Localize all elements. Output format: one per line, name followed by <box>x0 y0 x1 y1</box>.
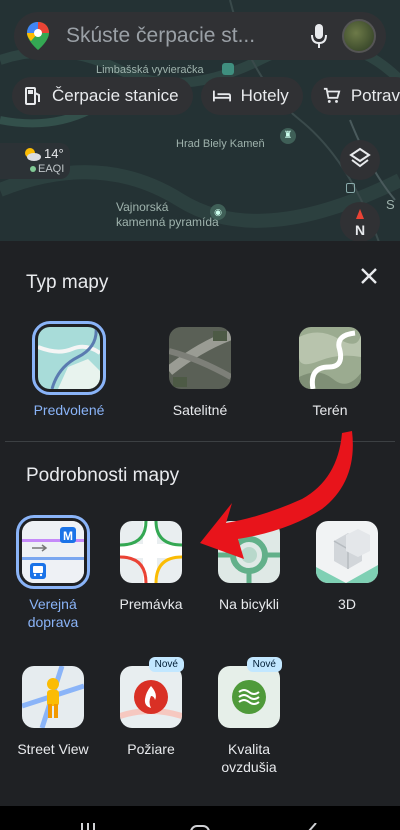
detail-label-line: ovzdušia <box>221 759 277 775</box>
detail-wildfires[interactable]: Nové Požiare <box>106 657 196 758</box>
gas-station-icon <box>24 87 42 105</box>
chip-label: Čerpacie stanice <box>52 86 179 105</box>
map-label-place[interactable]: Hrad Biely Kameň <box>176 138 265 151</box>
map-label-place[interactable]: Vajnorská kamenná pyramída <box>116 200 219 230</box>
system-navigation-bar <box>0 806 400 830</box>
google-maps-pin-icon <box>24 22 52 50</box>
chip-hotels[interactable]: Hotely <box>200 77 303 115</box>
satellite-map-thumbnail <box>169 327 231 389</box>
map-view[interactable]: Skúste čerpacie st... Čerpacie stanice H… <box>0 0 400 245</box>
detail-label-line: Verejná <box>29 596 77 612</box>
weather-widget[interactable]: 14° EAQI <box>0 143 70 179</box>
detail-public-transit[interactable]: M Verejná doprava <box>8 515 98 631</box>
avatar[interactable] <box>342 19 376 53</box>
detail-label-line: doprava <box>27 614 79 630</box>
metro-badge: M <box>63 529 73 543</box>
map-label-place[interactable]: Limbašská vyvieračka <box>96 64 204 77</box>
map-type-label: Predvolené <box>33 402 105 418</box>
chip-groceries[interactable]: Potrav <box>310 77 400 115</box>
air-quality-value: EAQI <box>38 163 65 175</box>
layers-button[interactable] <box>340 140 380 180</box>
detail-street-view[interactable]: Street View <box>8 666 98 758</box>
castle-icon[interactable]: ♜ <box>280 128 296 144</box>
bus-stop-icon[interactable] <box>346 183 355 193</box>
search-bar[interactable]: Skúste čerpacie st... <box>14 12 386 60</box>
detail-traffic[interactable]: Premávka <box>106 521 196 613</box>
home-icon[interactable] <box>190 822 210 830</box>
layers-icon <box>349 147 371 174</box>
close-button[interactable] <box>354 263 384 293</box>
detail-3d[interactable]: 3D <box>302 521 392 613</box>
compass-button[interactable]: N <box>340 202 380 242</box>
cart-icon <box>323 87 341 105</box>
poi-marker-icon[interactable] <box>222 63 234 75</box>
detail-air-quality[interactable]: Nové Kvalita ovzdušia <box>204 657 294 776</box>
air-quality-label: EAQI <box>30 163 64 175</box>
compass-label: N <box>354 222 366 238</box>
default-map-thumbnail <box>32 321 106 395</box>
detail-bicycling[interactable]: Na bicykli <box>204 521 294 613</box>
category-chips: Čerpacie stanice Hotely Potrav <box>12 77 400 115</box>
detail-label: Kvalita ovzdušia <box>204 740 294 776</box>
map-type-label: Terén <box>312 402 348 418</box>
detail-label: Premávka <box>119 596 183 612</box>
3d-thumbnail <box>316 521 378 583</box>
detail-label-line: Kvalita <box>227 741 271 757</box>
map-layers-sheet: Typ mapy Predvolené Satelitné Terén Podr… <box>0 241 400 806</box>
air-quality-thumbnail <box>218 666 280 728</box>
new-badge: Nové <box>246 657 282 672</box>
close-icon <box>360 267 378 290</box>
recent-apps-icon[interactable] <box>80 820 96 830</box>
detail-label: Verejná doprava <box>8 595 98 631</box>
traffic-thumbnail <box>120 521 182 583</box>
detail-label: Street View <box>17 741 89 757</box>
map-type-default[interactable]: Predvolené <box>24 321 114 419</box>
wildfires-thumbnail <box>120 666 182 728</box>
street-view-thumbnail <box>22 666 84 728</box>
map-label-line: kamenná pyramída <box>116 215 219 229</box>
chip-label: Hotely <box>240 86 289 105</box>
map-type-label: Satelitné <box>172 402 228 418</box>
map-label-line: Vajnorská <box>116 200 169 214</box>
air-quality-dot-icon <box>30 166 36 172</box>
microphone-icon[interactable] <box>304 21 334 51</box>
map-details-title: Podrobnosti mapy <box>26 465 180 486</box>
map-type-satellite[interactable]: Satelitné <box>155 327 245 419</box>
new-badge: Nové <box>148 657 184 672</box>
search-input[interactable]: Skúste čerpacie st... <box>66 24 304 48</box>
detail-label: Na bicykli <box>219 596 279 612</box>
back-icon[interactable] <box>306 820 318 830</box>
map-label-fragment: S <box>386 197 395 212</box>
detail-label: 3D <box>338 596 356 612</box>
transit-thumbnail: M <box>16 515 90 589</box>
camera-icon[interactable]: ◉ <box>210 204 226 220</box>
section-divider <box>5 441 395 442</box>
detail-label: Požiare <box>127 741 175 757</box>
terrain-map-thumbnail <box>299 327 361 389</box>
bed-icon <box>212 87 231 105</box>
chip-gas-stations[interactable]: Čerpacie stanice <box>12 77 193 115</box>
map-type-title: Typ mapy <box>26 272 109 293</box>
weather-temperature: 14° <box>44 146 64 161</box>
chip-label: Potrav <box>350 86 400 105</box>
bicycling-thumbnail <box>218 521 280 583</box>
map-type-terrain[interactable]: Terén <box>285 327 375 419</box>
